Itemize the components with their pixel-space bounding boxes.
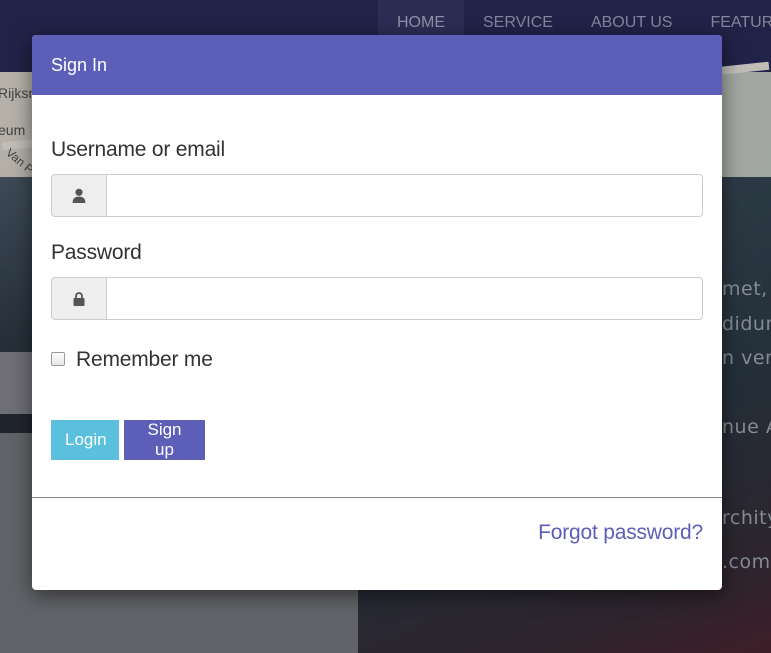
sign-in-modal: Sign In Username or email Password Remem… <box>32 35 722 590</box>
password-input-group <box>51 277 703 320</box>
remember-me-label[interactable]: Remember me <box>76 348 213 372</box>
password-label: Password <box>51 241 142 264</box>
username-input[interactable] <box>106 174 703 217</box>
sign-up-button[interactable]: Sign up <box>124 420 205 460</box>
remember-me-checkbox[interactable] <box>51 352 65 366</box>
lock-icon <box>51 277 106 320</box>
password-input[interactable] <box>106 277 703 320</box>
modal-footer-divider <box>32 497 722 498</box>
username-input-group <box>51 174 703 217</box>
user-icon <box>51 174 106 217</box>
username-label: Username or email <box>51 138 225 161</box>
modal-title: Sign In <box>51 54 108 75</box>
remember-me-row[interactable]: Remember me <box>51 348 213 372</box>
modal-body: Username or email Password Remember me L… <box>32 95 722 497</box>
modal-header: Sign In <box>32 35 722 95</box>
login-button[interactable]: Login <box>51 420 119 460</box>
forgot-password-link[interactable]: Forgot password? <box>538 521 703 545</box>
